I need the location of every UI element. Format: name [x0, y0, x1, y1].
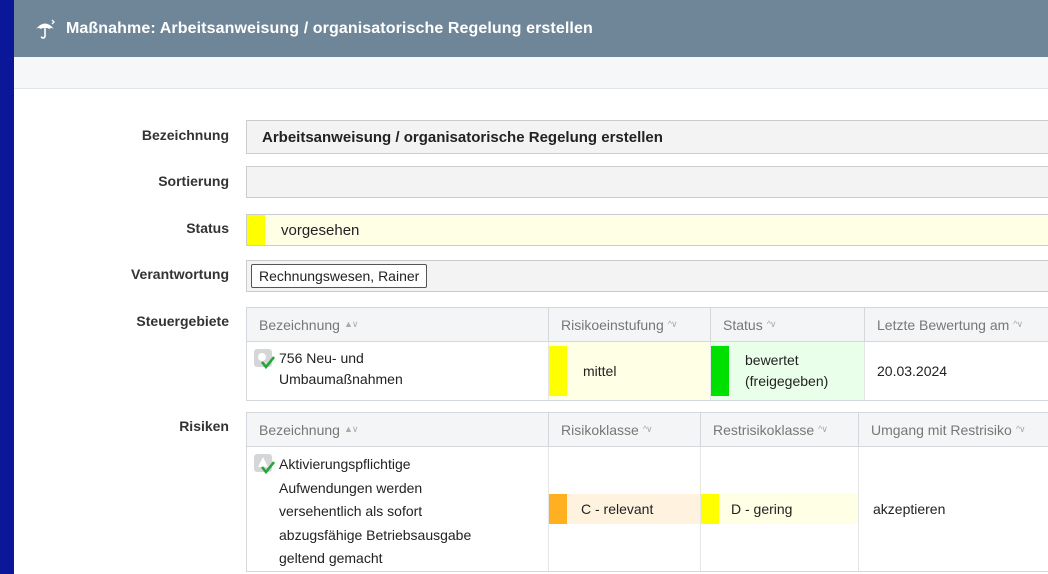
window-title: Maßnahme: Arbeitsanweisung / organisator…: [66, 19, 593, 37]
sort-icon[interactable]: ^∨: [643, 424, 653, 435]
column-header-umgang[interactable]: Umgang mit Restrisiko ^∨: [859, 413, 1048, 446]
verantwortung-label: Verantwortung: [130, 266, 229, 282]
table-row[interactable]: Aktivierungspflichtige Aufwendungen werd…: [247, 447, 1048, 571]
table-header: Bezeichnung ▲∨ Risikoeinstufung ^∨ Status ^…: [247, 308, 1048, 342]
row-risikoeinstufung: mittel: [583, 363, 617, 379]
sort-icon[interactable]: ▲∨: [344, 319, 358, 330]
column-header-status[interactable]: Status ^∨: [711, 308, 865, 341]
column-header-letzte-bewertung[interactable]: Letzte Bewertung am ^∨: [865, 308, 1048, 341]
sort-icon[interactable]: ▲∨: [344, 424, 358, 435]
bezeichnung-label: Bezeichnung: [141, 127, 229, 143]
column-header-bezeichnung[interactable]: Bezeichnung ▲∨: [247, 308, 549, 341]
sort-icon[interactable]: ^∨: [1013, 319, 1023, 330]
status-color-swatch: [711, 346, 729, 396]
row-umgang: akzeptieren: [873, 501, 946, 517]
responsible-person-chip[interactable]: Rechnungswesen, Rainer: [251, 264, 428, 288]
row-restrisikoklasse: D - gering: [731, 501, 793, 517]
table-row[interactable]: 756 Neu- und Umbaumaßnahmen mittel bewer…: [247, 342, 1048, 400]
row-bezeichnung: 756 Neu- und Umbaumaßnahmen: [279, 350, 403, 387]
sort-icon[interactable]: ^∨: [818, 424, 828, 435]
status-color-swatch: [247, 215, 265, 245]
area-check-icon: [253, 348, 276, 370]
sortierung-field[interactable]: [246, 166, 1048, 198]
column-header-risikoeinstufung[interactable]: Risikoeinstufung ^∨: [549, 308, 711, 341]
risiken-label: Risiken: [179, 418, 229, 434]
status-value: vorgesehen: [281, 221, 360, 239]
column-header-restrisikoklasse[interactable]: Restrisikoklasse ^∨: [701, 413, 859, 446]
column-header-risikoklasse[interactable]: Risikoklasse ^∨: [549, 413, 701, 446]
risk-check-icon: [253, 453, 276, 475]
row-status: bewertet (freigegeben): [745, 352, 829, 389]
risiken-table: Bezeichnung ▲∨ Risikoklasse ^∨ Restrisikok…: [246, 412, 1048, 572]
residual-risk-color-swatch: [701, 494, 719, 524]
table-header: Bezeichnung ▲∨ Risikoklasse ^∨ Restrisikok…: [247, 413, 1048, 447]
risk-color-swatch: [549, 346, 567, 396]
sort-icon[interactable]: ^∨: [767, 319, 777, 330]
measure-window: Maßnahme: Arbeitsanweisung / organisator…: [14, 0, 1048, 574]
steuergebiete-label: Steuergebiete: [136, 313, 229, 329]
steuergebiete-table: Bezeichnung ▲∨ Risikoeinstufung ^∨ Status ^…: [246, 307, 1048, 401]
sort-icon[interactable]: ^∨: [1016, 424, 1026, 435]
sort-icon[interactable]: ^∨: [668, 319, 678, 330]
row-letzte-bewertung: 20.03.2024: [877, 363, 948, 379]
verantwortung-field[interactable]: Rechnungswesen, Rainer: [246, 260, 1048, 292]
umbrella-icon: [34, 18, 56, 40]
risk-class-color-swatch: [549, 494, 567, 524]
column-header-bezeichnung[interactable]: Bezeichnung ▲∨: [247, 413, 549, 446]
title-bar: Maßnahme: Arbeitsanweisung / organisator…: [14, 0, 1048, 57]
row-bezeichnung: Aktivierungspflichtige Aufwendungen werd…: [279, 456, 472, 567]
sortierung-label: Sortierung: [158, 173, 229, 189]
status-field[interactable]: vorgesehen: [246, 214, 1048, 246]
status-label: Status: [186, 220, 229, 236]
row-risikoklasse: C - relevant: [581, 501, 654, 517]
bezeichnung-field[interactable]: Arbeitsanweisung / organisatorische Rege…: [246, 120, 1048, 154]
toolbar: [14, 57, 1048, 89]
